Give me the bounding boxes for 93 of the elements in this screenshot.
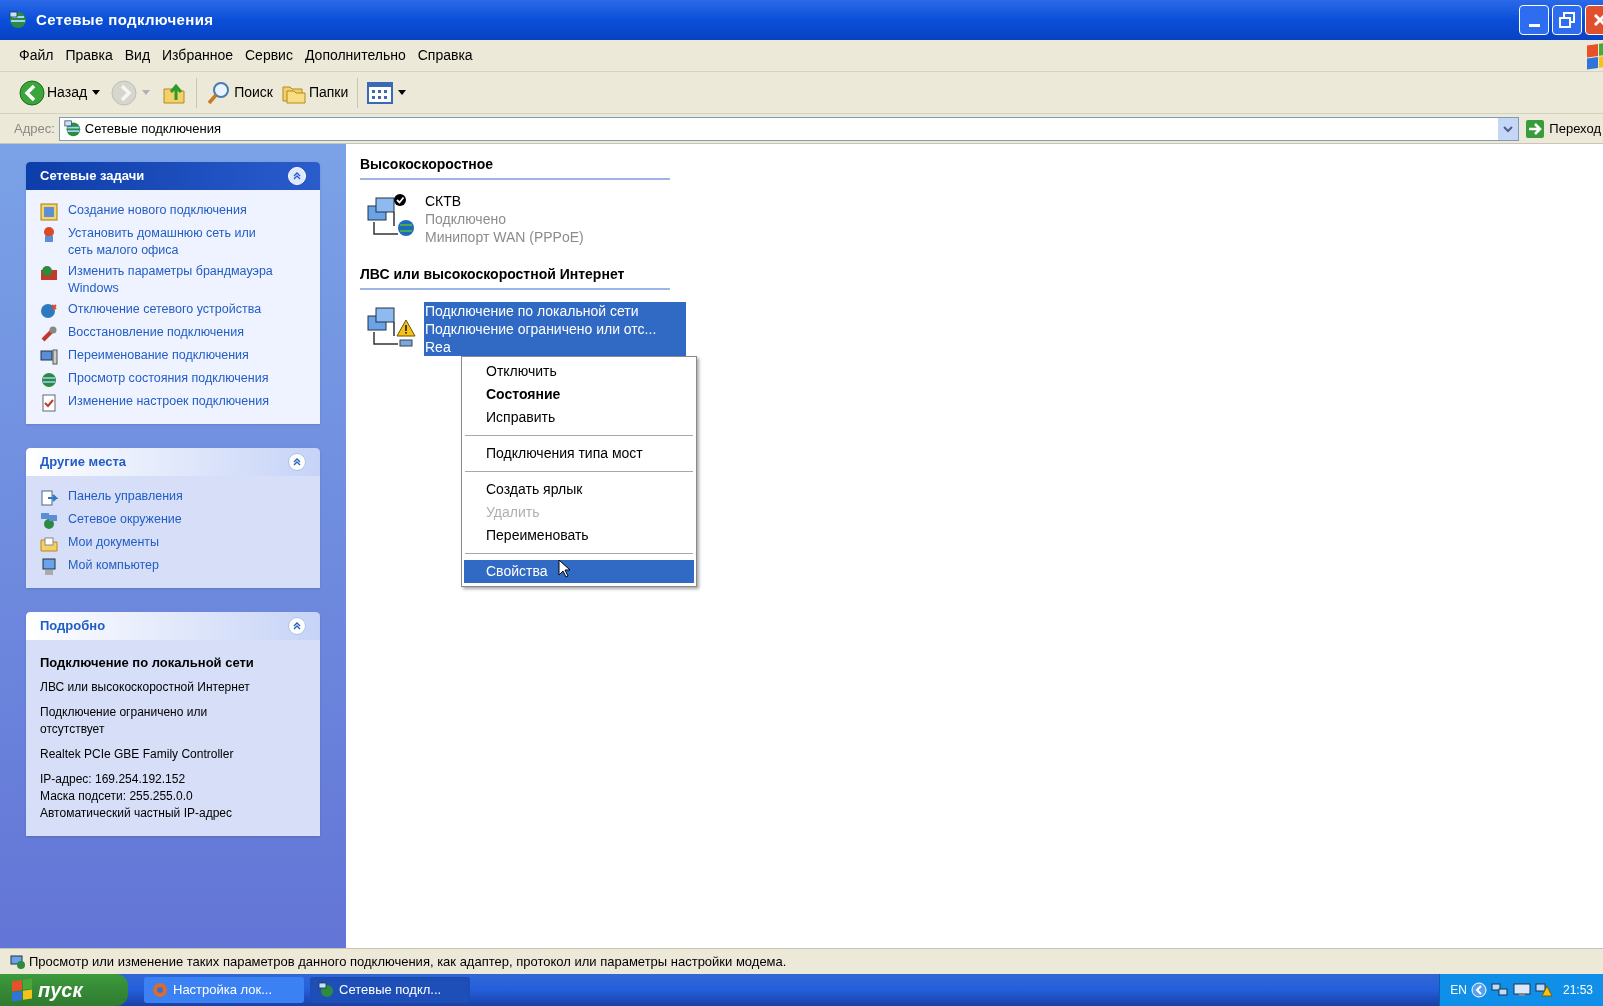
connection-label[interactable]: Подключение по локальной сети Подключение ограничено или отс... Rea (424, 302, 686, 356)
minimize-button[interactable] (1519, 5, 1549, 35)
menu-item[interactable]: Дополнительно (299, 43, 411, 68)
menu-item[interactable]: Правка (60, 43, 118, 68)
task-link[interactable]: Мой компьютер (68, 557, 159, 574)
menu-item[interactable]: Избранное (157, 43, 238, 68)
panel-header[interactable]: Другие места (26, 448, 320, 476)
task-link[interactable]: Восстановление подключения (68, 324, 244, 341)
back-button[interactable]: Назад (16, 75, 91, 110)
details-text: IP-адрес: 169.254.192.152 (40, 771, 187, 788)
dropdown-arrow-button[interactable] (1498, 117, 1519, 140)
address-label: Адрес: (14, 119, 55, 138)
status-bar-text: Просмотр или изменение таких параметров данного подключения, как адаптер, протокол или параметры настройки модема. (29, 952, 787, 971)
connection-name: СКТВ (424, 192, 463, 210)
address-field[interactable]: Сетевые подключения (58, 116, 1520, 141)
brick-wall-globe-icon (40, 264, 58, 282)
panel-title: Сетевые задачи (40, 167, 145, 186)
collapse-chevron-icon[interactable] (288, 453, 306, 471)
task-link[interactable]: Сетевое окружение (68, 511, 182, 528)
start-button[interactable]: пуск (0, 974, 128, 1006)
task-link[interactable]: Изменение настроек подключения (68, 393, 269, 410)
search-button[interactable]: Поиск (203, 75, 276, 110)
connection-detail: Минипорт WAN (PPPoE) (424, 228, 585, 246)
dropdown-caret-icon[interactable] (398, 89, 407, 96)
address-value: Сетевые подключения (84, 119, 222, 138)
computer-icon (40, 558, 58, 576)
menu-item[interactable]: Создать ярлык (464, 478, 694, 501)
details-text: Realtek PCIe GBE Family Controller (40, 746, 235, 763)
panel-title: Другие места (40, 453, 126, 472)
menu-item[interactable]: Переименовать (464, 524, 694, 547)
network-globe-icon (63, 120, 81, 137)
group-heading: ЛВС или высокоскоростной Интернет (360, 266, 625, 282)
arrow-right-icon (1525, 118, 1546, 139)
network-computer-icon (10, 953, 26, 970)
windows-flag-icon (12, 978, 32, 1002)
panel-header[interactable]: Сетевые задачи (26, 162, 320, 190)
restore-button[interactable] (1552, 5, 1582, 35)
folder-documents-icon (40, 535, 58, 553)
taskbar-button[interactable]: Настройка лок... (144, 977, 304, 1003)
details-text: Маска подсети: 255.255.0.0 (40, 788, 194, 805)
wizard-window-icon (40, 203, 58, 221)
menu-item[interactable]: Отключить (464, 360, 694, 383)
task-link[interactable]: Мои документы (68, 534, 160, 551)
folders-button[interactable]: Папки (277, 75, 352, 110)
connection-label[interactable]: СКТВ Подключено Минипорт WAN (PPPoE) (424, 192, 585, 246)
warning-network-tray-icon[interactable] (1534, 982, 1553, 998)
menu-item[interactable]: Сервис (240, 43, 298, 68)
globe-icon (40, 371, 58, 389)
clock: 21:53 (1562, 982, 1593, 999)
task-link[interactable]: Создание нового подключения (68, 202, 247, 219)
menu-item[interactable]: Состояние (464, 383, 694, 406)
windows-flag-icon (1587, 41, 1603, 70)
menu-item[interactable]: Вид (119, 43, 156, 68)
chevron-down-icon (1503, 124, 1514, 133)
window-title: Сетевые подключения (36, 9, 214, 30)
group-heading: Высокоскоростное (360, 156, 494, 172)
task-link[interactable]: Отключение сетевого устройства (68, 301, 262, 318)
network-globe-icon (8, 10, 28, 30)
connection-detail: Rea (424, 338, 452, 356)
collapse-chevron-icon[interactable] (288, 617, 306, 635)
details-text: Подключение ограничено или отсутствует (40, 704, 209, 738)
restore-icon (1559, 12, 1575, 28)
details-text: ЛВС или высокоскоростной Интернет (40, 679, 251, 696)
document-check-icon (40, 394, 58, 412)
menu-item[interactable]: Исправить (464, 406, 694, 429)
network-computers-icon (40, 512, 58, 530)
network-tray-icon[interactable] (1490, 982, 1509, 998)
mouse-cursor-icon (558, 559, 570, 578)
monitor-tray-icon[interactable] (1512, 982, 1531, 998)
task-link[interactable]: Установить домашнюю сеть или сеть малого офиса (68, 225, 283, 259)
dropdown-caret-icon[interactable] (92, 89, 101, 96)
chevron-left-icon[interactable] (1470, 982, 1487, 998)
task-link[interactable]: Просмотр состояния подключения (68, 370, 269, 387)
task-link[interactable]: Панель управления (68, 488, 183, 505)
panel-title: Подробно (40, 617, 106, 636)
connection-detail: Подключение ограничено или отс... (424, 320, 658, 338)
network-globe-icon (318, 982, 334, 998)
go-button[interactable]: Переход (1525, 118, 1603, 139)
menu-item[interactable]: Свойства (464, 560, 694, 583)
globe-disconnect-icon (40, 302, 58, 320)
taskbar-button[interactable]: Сетевые подкл... (310, 977, 470, 1003)
connection-name: Подключение по локальной сети (424, 302, 640, 320)
menu-item[interactable]: Файл (14, 43, 59, 68)
view-grid-icon (367, 81, 394, 104)
connection-detail: Подключено (424, 210, 507, 228)
menu-item[interactable]: Подключения типа мост (464, 442, 694, 465)
wrench-icon (40, 325, 58, 343)
task-link[interactable]: Изменить параметры брандмауэра Windows (68, 263, 283, 297)
task-link[interactable]: Переименование подключения (68, 347, 249, 364)
details-heading: Подключение по локальной сети (40, 654, 255, 671)
panel-header[interactable]: Подробно (26, 612, 320, 640)
menu-item[interactable]: Справка (412, 43, 478, 68)
details-text: Автоматический частный IP-адрес (40, 805, 233, 822)
